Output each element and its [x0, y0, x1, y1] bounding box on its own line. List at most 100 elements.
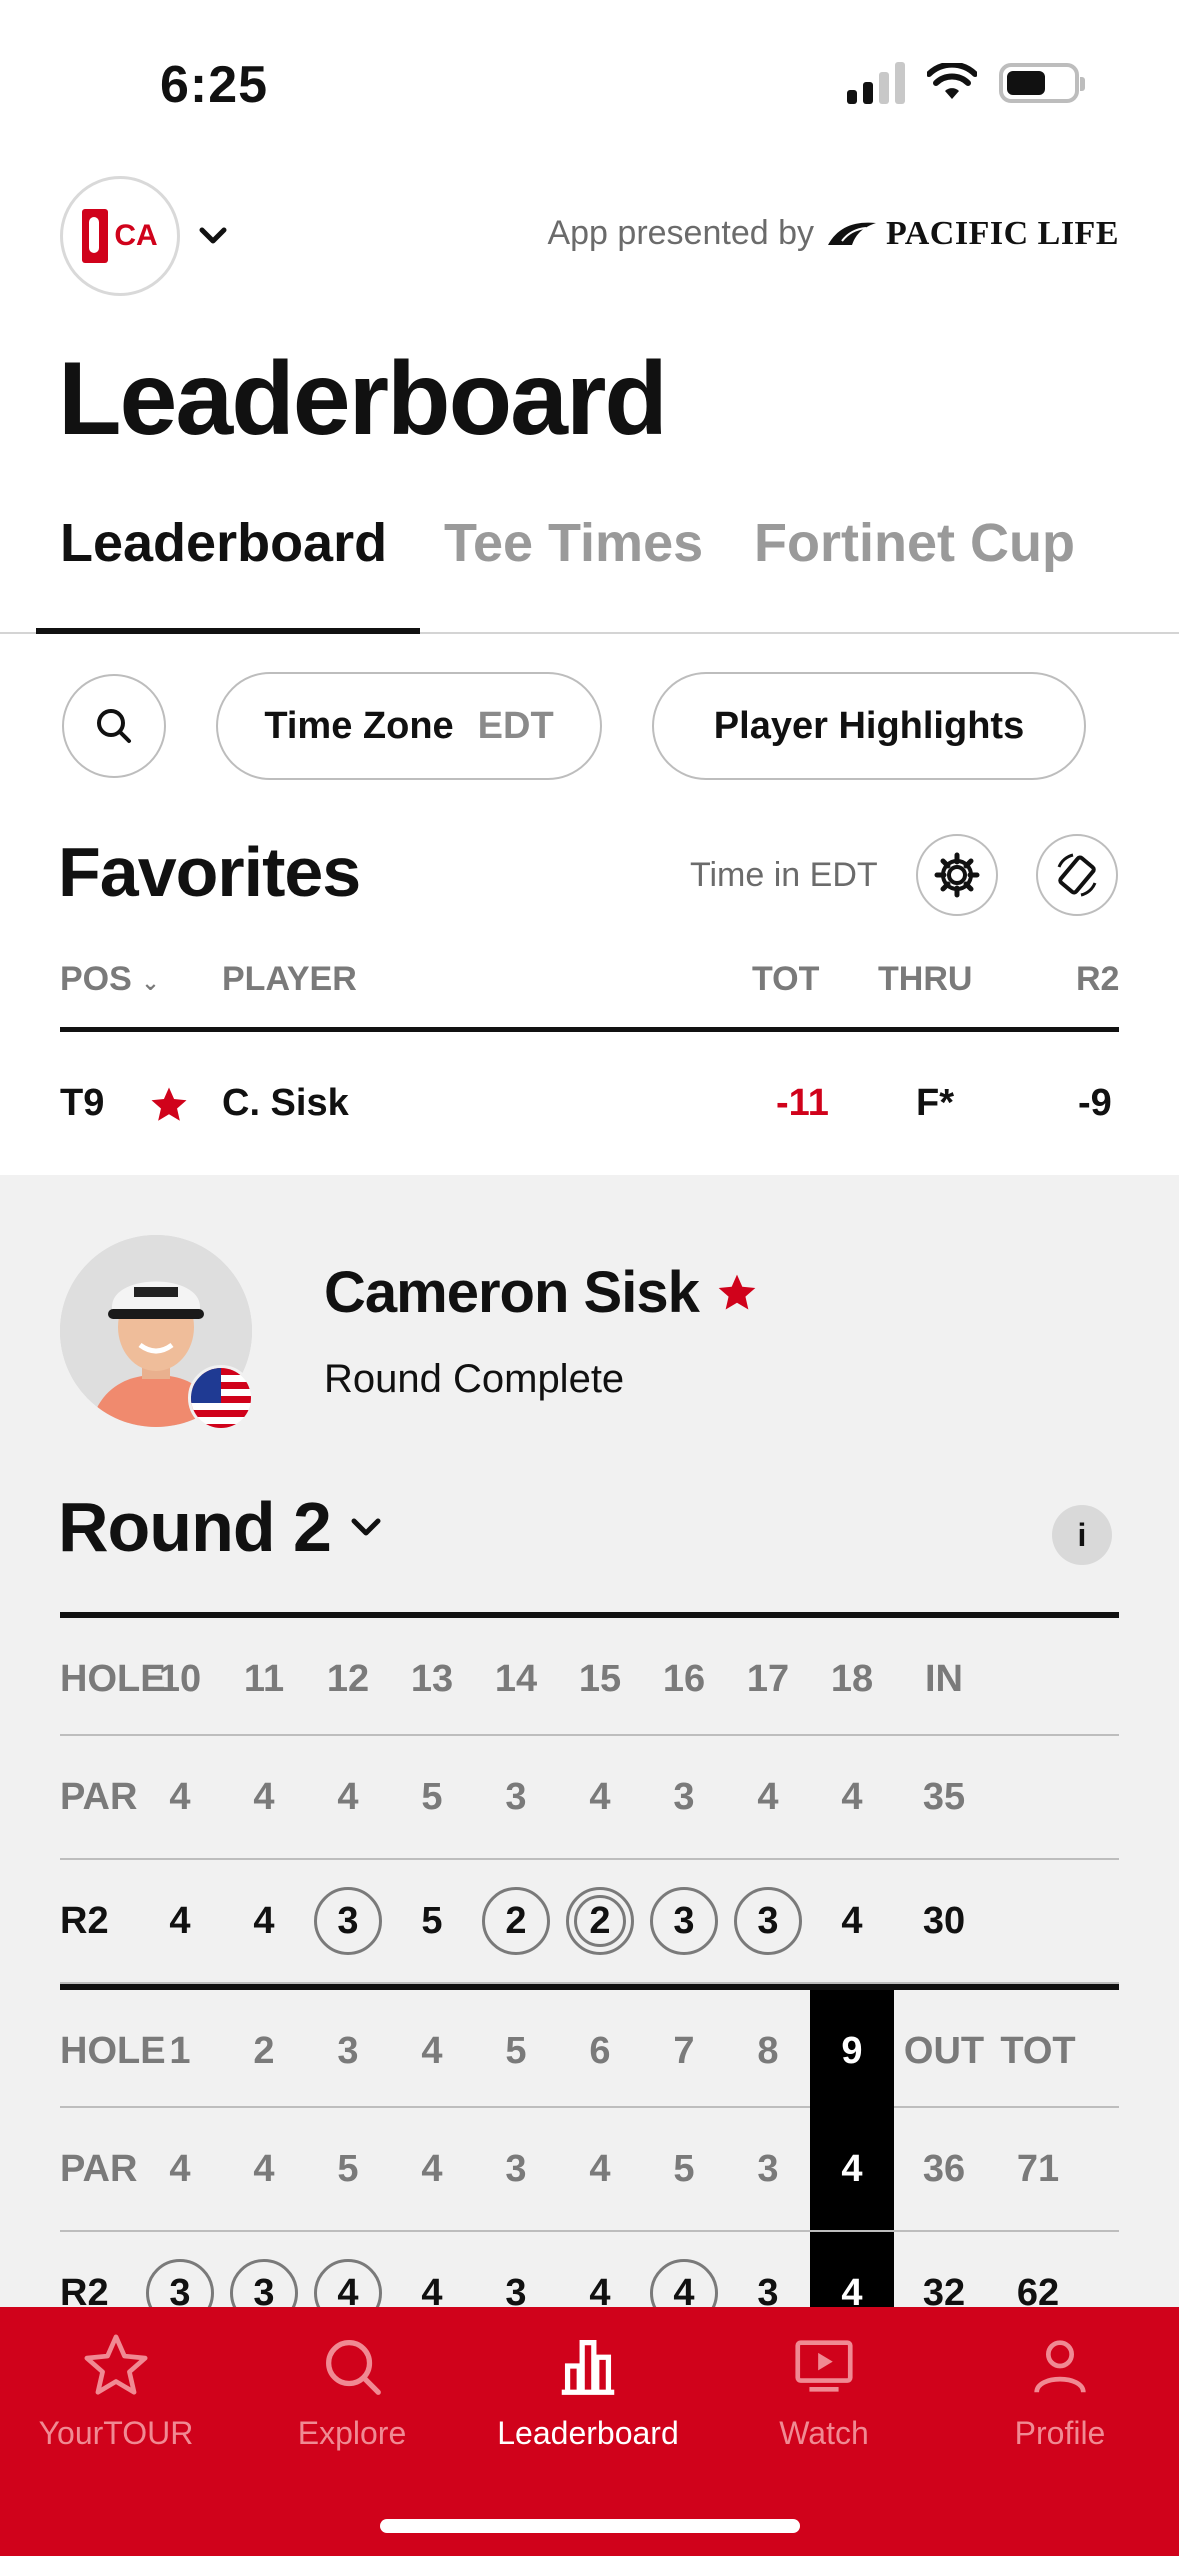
- player-position: T9: [60, 1082, 105, 1124]
- score-value: 4: [589, 1775, 611, 1818]
- score-value: 2: [505, 1899, 527, 1942]
- nav-yourtour[interactable]: YourTOUR: [6, 2331, 226, 2452]
- score-value: 4: [253, 1899, 275, 1942]
- score-value: 4: [421, 2147, 443, 2190]
- nav-watch[interactable]: Watch: [714, 2331, 934, 2452]
- score-value: 4: [421, 2029, 443, 2072]
- nav-profile[interactable]: Profile: [950, 2331, 1170, 2452]
- chevron-down-icon: ⌄: [141, 970, 160, 995]
- rotate-screen-button[interactable]: [1036, 834, 1118, 916]
- info-button[interactable]: i: [1052, 1505, 1112, 1565]
- time-zone-button[interactable]: Time Zone EDT: [216, 672, 602, 780]
- par-value: 4: [726, 1736, 810, 1858]
- birdie-marker: 3: [314, 1887, 382, 1955]
- player-scorecard-panel: Cameron Sisk Round Complete Round 2 i HO…: [0, 1175, 1179, 2356]
- hole-number: 9: [810, 1990, 894, 2112]
- time-zone-value: EDT: [477, 704, 554, 747]
- score-value: IN: [925, 1657, 963, 1700]
- score-value: 11: [243, 1657, 285, 1700]
- round-selector[interactable]: Round 2: [58, 1487, 385, 1567]
- hole-score: 3: [306, 1860, 390, 1982]
- score-value: 4: [169, 2147, 191, 2190]
- hole-number: OUT: [898, 1990, 990, 2112]
- par-value: 35: [898, 1736, 990, 1858]
- tab-fortinet-cup[interactable]: Fortinet Cup: [754, 512, 1075, 574]
- sponsor-name: PACIFIC LIFE: [886, 214, 1119, 252]
- score-value: 3: [505, 2147, 527, 2190]
- row-label: PAR: [60, 2148, 138, 2190]
- row-label: R2: [60, 1900, 109, 1942]
- presented-by-text: App presented by: [547, 214, 814, 252]
- score-value: 5: [421, 1899, 443, 1942]
- score-value: 4: [169, 1899, 191, 1942]
- nav-explore[interactable]: Explore: [242, 2331, 462, 2452]
- favorite-player-row[interactable]: T9 C. Sisk -11 F* -9: [60, 1060, 1119, 1150]
- nav-leaderboard[interactable]: Leaderboard: [478, 2331, 698, 2452]
- hole-number: 15: [558, 1618, 642, 1740]
- score-value: 4: [841, 2147, 863, 2190]
- chevron-down-icon[interactable]: [196, 218, 230, 252]
- favorite-star-icon[interactable]: [715, 1271, 759, 1315]
- round-status: Round Complete: [324, 1357, 625, 1401]
- hole-number: 3: [306, 1990, 390, 2112]
- score-value: 4: [841, 1775, 863, 1818]
- row-label: PAR: [60, 1776, 138, 1818]
- score-value: 5: [505, 2029, 527, 2072]
- back-nine-score-row: R2 4 4 3 5 2 2 3 3 4 30: [60, 1860, 1119, 1984]
- search-button[interactable]: [62, 674, 166, 778]
- rotate-device-icon: [1057, 853, 1097, 897]
- hole-number: 6: [558, 1990, 642, 2112]
- par-value: 5: [390, 1736, 474, 1858]
- par-value: 71: [992, 2108, 1084, 2230]
- par-value: 3: [642, 1736, 726, 1858]
- back-nine-hole-row: HOLE 10 11 12 13 14 15 16 17 18 IN: [60, 1612, 1119, 1736]
- score-value: 4: [253, 1775, 275, 1818]
- score-value: 3: [673, 1899, 695, 1942]
- birdie-marker: 2: [482, 1887, 550, 1955]
- score-value: 10: [158, 1657, 202, 1700]
- time-zone-note: Time in EDT: [690, 856, 878, 894]
- score-value: 1: [169, 2029, 191, 2072]
- hole-score: 4: [222, 1860, 306, 1982]
- star-icon: [84, 2334, 148, 2395]
- tab-tee-times[interactable]: Tee Times: [444, 512, 703, 574]
- thru-column-header: THRU: [878, 960, 973, 998]
- par-value: 4: [558, 2108, 642, 2230]
- hole-number: 16: [642, 1618, 726, 1740]
- score-value: 17: [746, 1657, 790, 1700]
- score-value: 4: [841, 1899, 863, 1942]
- hole-number: 12: [306, 1618, 390, 1740]
- settings-button[interactable]: [916, 834, 998, 916]
- nav-label: Watch: [779, 2415, 869, 2451]
- tab-bar: Leaderboard Tee Times Fortinet Cup: [0, 500, 1179, 634]
- home-indicator: [380, 2519, 800, 2533]
- score-value: 4: [757, 1775, 779, 1818]
- par-value: 4: [138, 1736, 222, 1858]
- search-icon: [97, 709, 131, 743]
- score-value: 12: [326, 1657, 370, 1700]
- player-total-score: -11: [776, 1082, 829, 1124]
- active-tab-indicator: [36, 628, 420, 634]
- search-icon: [326, 2340, 381, 2395]
- player-full-name: Cameron Sisk: [324, 1260, 700, 1325]
- score-value: 4: [589, 2147, 611, 2190]
- hole-number: 13: [390, 1618, 474, 1740]
- nav-label: Profile: [1014, 2415, 1106, 2451]
- hole-number: 14: [474, 1618, 558, 1740]
- favorite-star-icon[interactable]: [148, 1084, 190, 1126]
- tour-selector-logo[interactable]: CA: [60, 176, 180, 296]
- nav-label: YourTOUR: [38, 2415, 194, 2451]
- page-title: Leaderboard: [58, 341, 668, 457]
- player-highlights-button[interactable]: Player Highlights: [652, 672, 1086, 780]
- pos-column-header[interactable]: POS ⌄: [60, 960, 160, 999]
- chevron-down-icon: [351, 1518, 381, 1536]
- score-value: 4: [337, 1775, 359, 1818]
- score-value: 5: [673, 2147, 695, 2190]
- hole-score: 3: [642, 1860, 726, 1982]
- tab-leaderboard[interactable]: Leaderboard: [60, 512, 387, 574]
- score-value: 15: [578, 1657, 622, 1700]
- favorites-title: Favorites: [58, 833, 361, 911]
- par-value: 4: [810, 1736, 894, 1858]
- time-zone-label: Time Zone: [264, 704, 454, 747]
- front-nine-hole-row: HOLE 1 2 3 4 5 6 7 8 9 OUT TOT: [60, 1984, 1119, 2112]
